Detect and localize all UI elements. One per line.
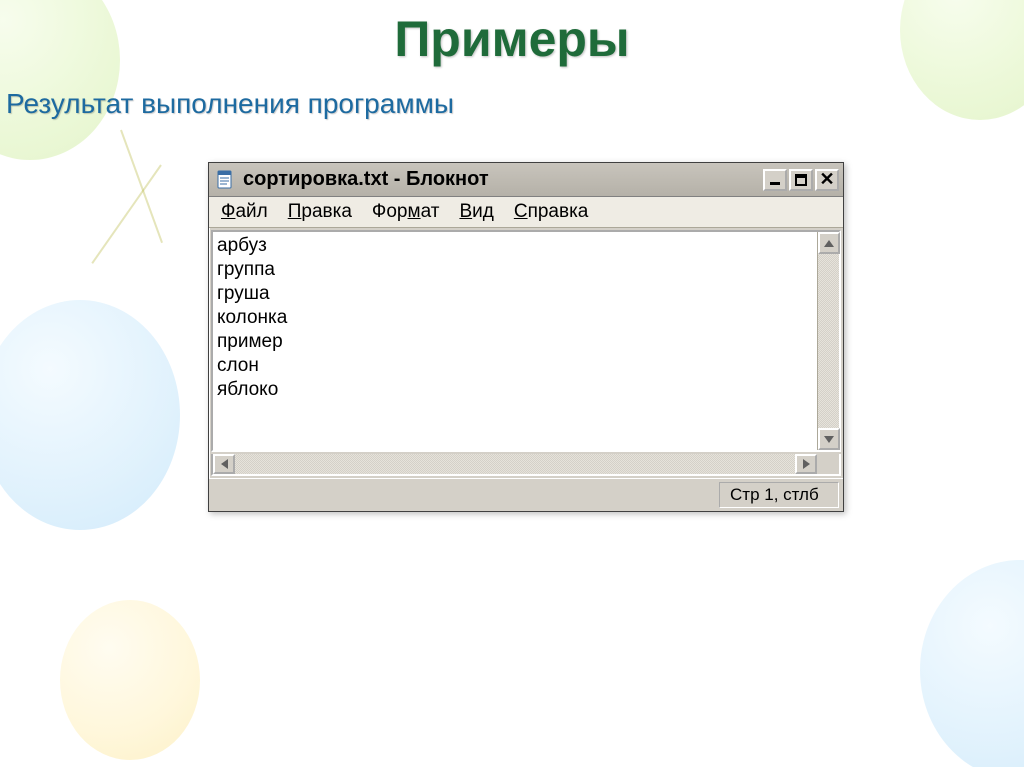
close-button[interactable]: ✕ — [815, 169, 839, 191]
scroll-track[interactable] — [818, 254, 839, 428]
scroll-left-button[interactable] — [213, 454, 235, 474]
text-area[interactable]: арбуз группа груша колонка пример слон я… — [213, 232, 817, 450]
titlebar[interactable]: сортировка.txt - Блокнот ✕ — [209, 163, 843, 197]
menu-format[interactable]: Формат — [372, 201, 440, 223]
menu-view[interactable]: Вид — [459, 201, 493, 223]
status-bar: Стр 1, стлб — [209, 478, 843, 511]
scroll-up-button[interactable] — [818, 232, 840, 254]
menu-bar: Файл Правка Формат Вид Справка — [209, 197, 843, 228]
maximize-button[interactable] — [789, 169, 813, 191]
menu-edit[interactable]: Правка — [288, 201, 352, 223]
vertical-scrollbar[interactable] — [817, 232, 839, 450]
minimize-button[interactable] — [763, 169, 787, 191]
notepad-icon — [215, 169, 235, 191]
slide-subtitle: Результат выполнения программы — [0, 68, 1024, 120]
scroll-corner — [817, 454, 839, 474]
menu-file[interactable]: Файл — [221, 201, 268, 223]
notepad-window: сортировка.txt - Блокнот ✕ Файл Правка Ф… — [208, 162, 844, 512]
scroll-track-horizontal[interactable] — [235, 454, 795, 474]
status-position: Стр 1, стлб — [719, 482, 839, 508]
scroll-right-button[interactable] — [795, 454, 817, 474]
menu-help[interactable]: Справка — [514, 201, 589, 223]
horizontal-scrollbar[interactable] — [211, 454, 841, 476]
slide-title: Примеры — [0, 0, 1024, 68]
scroll-down-button[interactable] — [818, 428, 840, 450]
window-title: сортировка.txt - Блокнот — [243, 168, 763, 191]
